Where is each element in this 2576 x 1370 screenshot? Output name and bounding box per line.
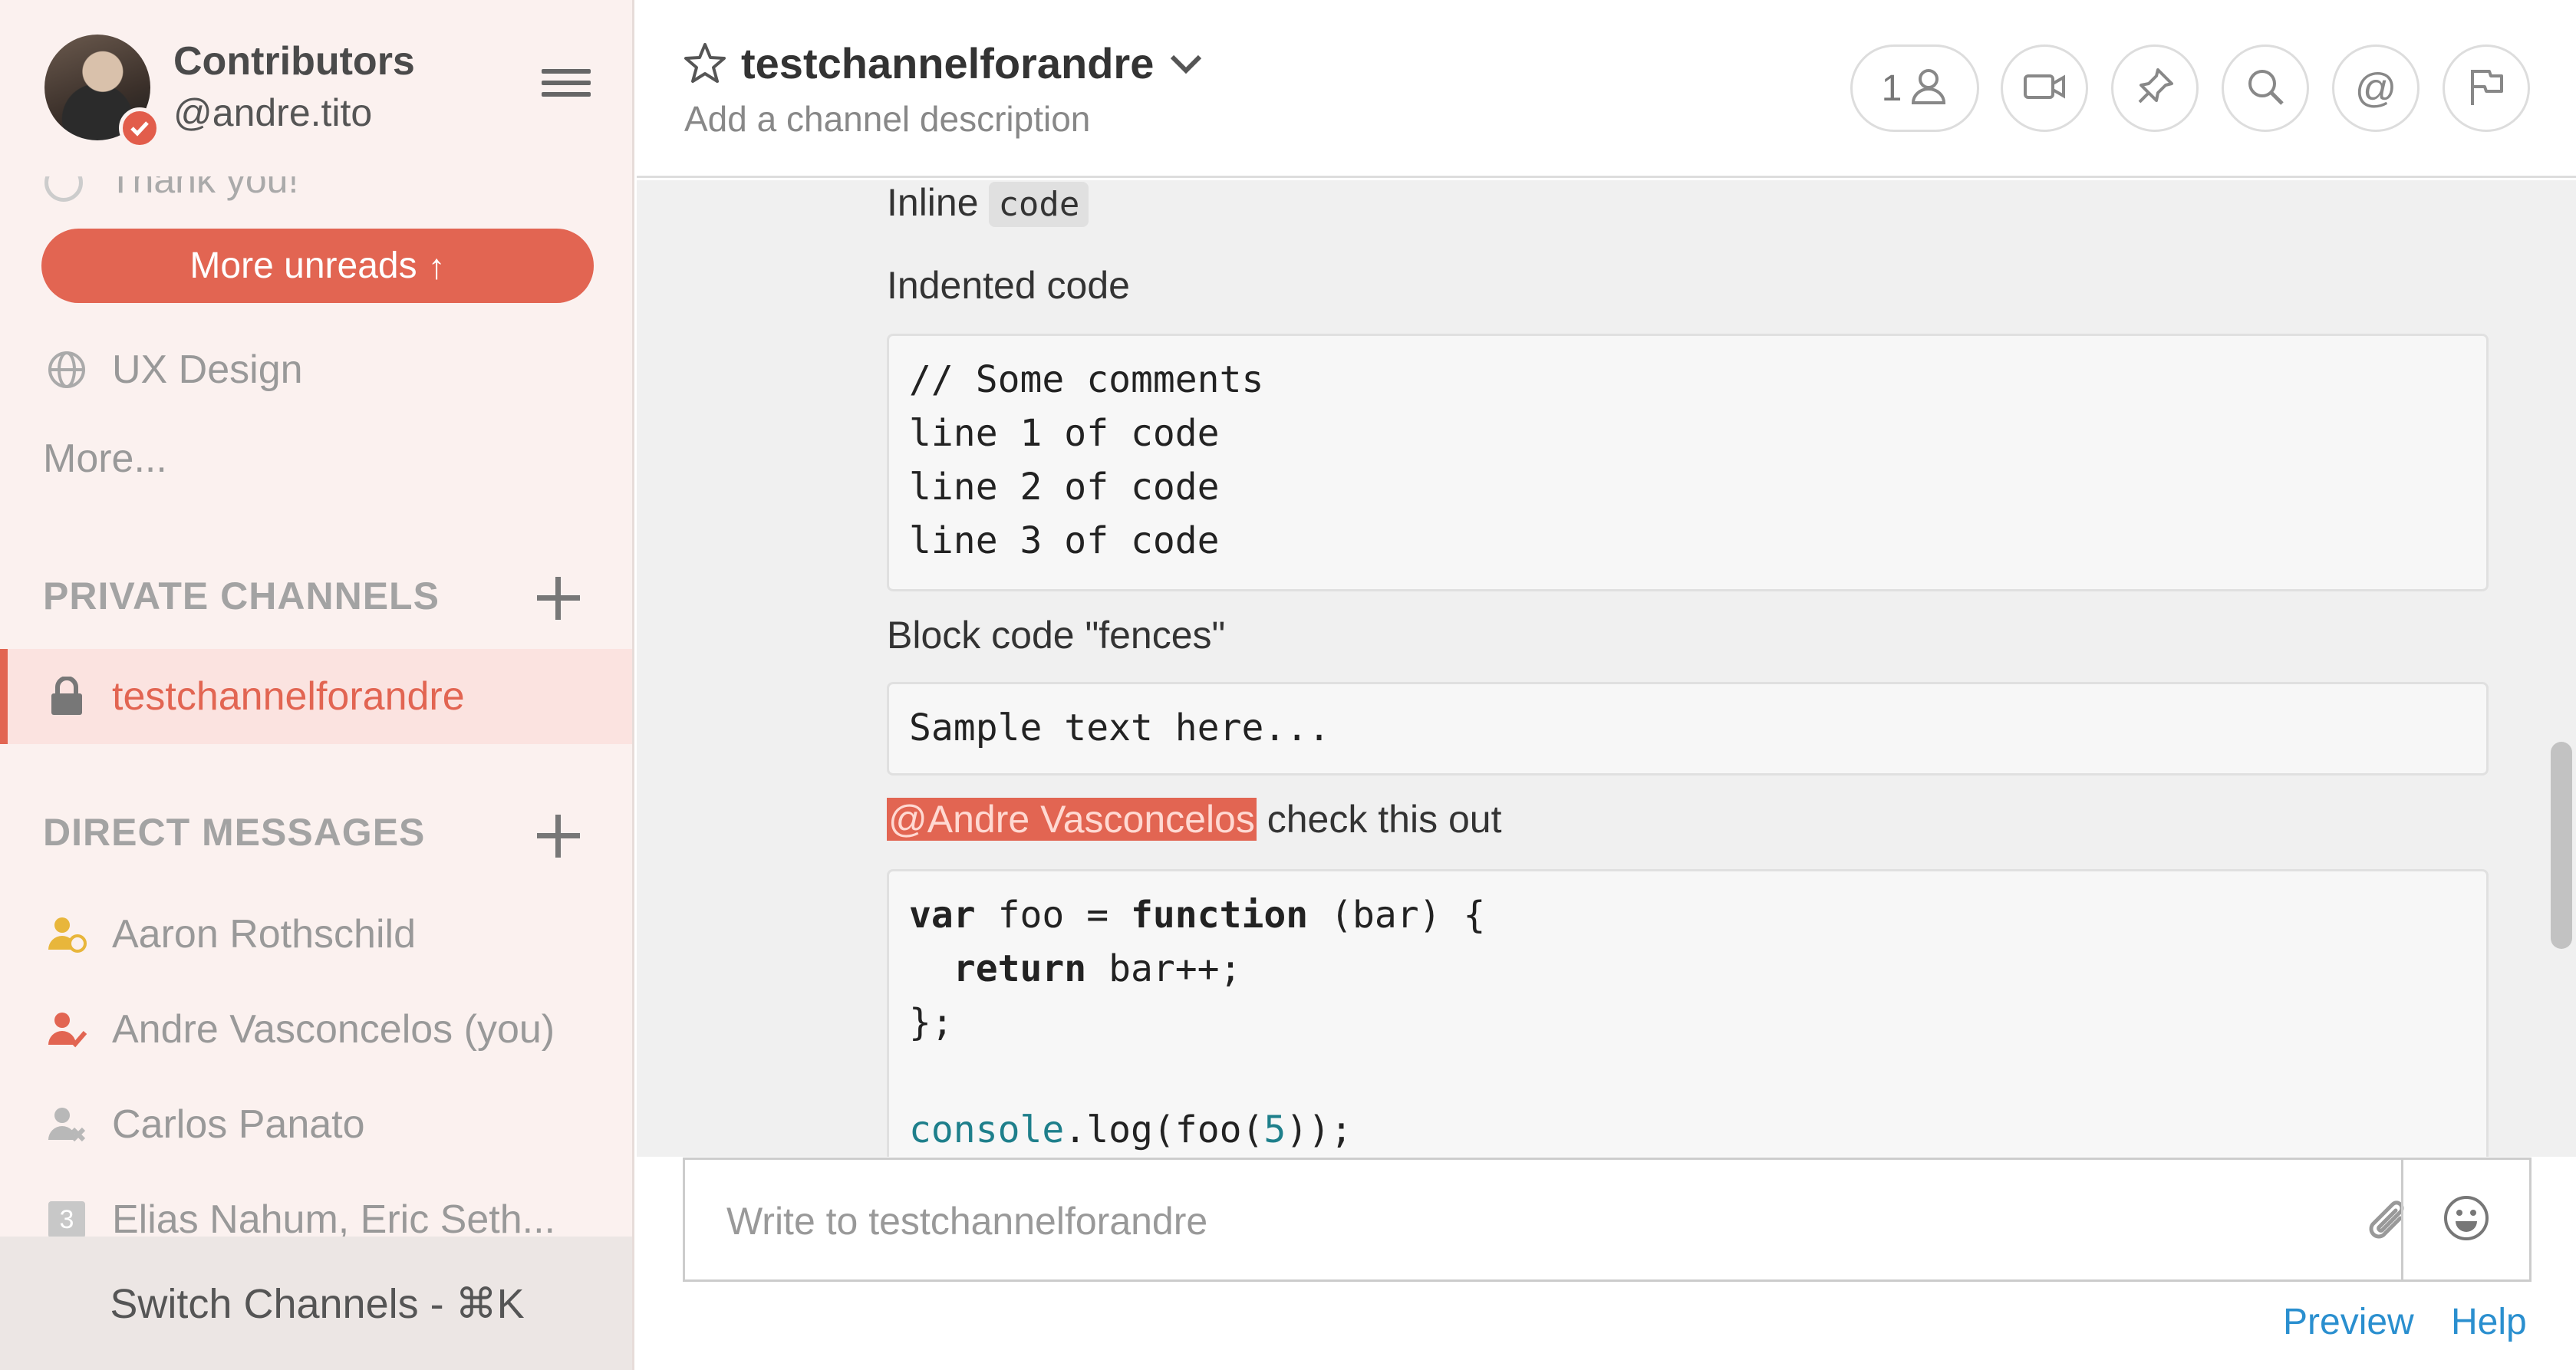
inline-code: code bbox=[989, 182, 1089, 227]
arrow-up-icon: ↑ bbox=[427, 245, 446, 286]
sidebar: Thank you! Contributors @andre.tito More… bbox=[0, 0, 634, 1370]
message-indented-label: Indented code bbox=[887, 264, 1130, 307]
team-name[interactable]: Contributors bbox=[173, 38, 415, 84]
video-call-button[interactable] bbox=[2001, 44, 2088, 132]
more-unreads-button[interactable]: More unreads ↑ bbox=[41, 229, 594, 303]
message-mention: @Andre Vasconcelos check this out bbox=[887, 798, 1502, 841]
lock-icon bbox=[44, 674, 89, 719]
status-online-icon bbox=[119, 107, 160, 149]
channel-name[interactable]: testchannelforandre bbox=[741, 38, 1154, 88]
sidebar-item-carlos-panato[interactable]: Carlos Panato bbox=[0, 1077, 632, 1172]
search-button[interactable] bbox=[2222, 44, 2309, 132]
direct-messages-title: DIRECT MESSAGES bbox=[43, 811, 426, 854]
help-link[interactable]: Help bbox=[2451, 1301, 2527, 1343]
switch-channels-button[interactable]: Switch Channels - ⌘K bbox=[0, 1237, 632, 1370]
member-count-button[interactable]: 1 bbox=[1850, 44, 1979, 132]
composer: Preview Help bbox=[637, 1157, 2576, 1370]
sidebar-item-andre-vasconcelos[interactable]: Andre Vasconcelos (you) bbox=[0, 982, 632, 1077]
globe-icon bbox=[44, 347, 89, 392]
mentions-button[interactable]: @ bbox=[2332, 44, 2420, 132]
channel-description[interactable]: Add a channel description bbox=[684, 98, 1090, 140]
message-scrollbar[interactable] bbox=[2551, 742, 2572, 949]
search-icon bbox=[2245, 67, 2285, 110]
pin-icon bbox=[2135, 67, 2175, 110]
add-direct-message-icon[interactable] bbox=[537, 815, 580, 858]
sidebar-item-ux-design[interactable]: UX Design bbox=[0, 322, 632, 417]
at-mention-icon: @ bbox=[2354, 65, 2397, 111]
flagged-posts-button[interactable] bbox=[2443, 44, 2530, 132]
private-channels-title: PRIVATE CHANNELS bbox=[43, 575, 440, 617]
menu-icon[interactable] bbox=[542, 69, 591, 106]
member-icon bbox=[1909, 68, 1948, 110]
pinned-posts-button[interactable] bbox=[2111, 44, 2199, 132]
code-block-fences: Sample text here... bbox=[887, 682, 2489, 776]
message-list: Inline code Indented code // Some commen… bbox=[637, 180, 2576, 1157]
channel-header: testchannelforandre Add a channel descri… bbox=[637, 0, 2576, 178]
status-offline-icon bbox=[44, 1102, 89, 1147]
sidebar-header: Contributors @andre.tito bbox=[0, 0, 632, 176]
mention-link[interactable]: @Andre Vasconcelos bbox=[887, 798, 1257, 841]
status-online-icon bbox=[44, 1007, 89, 1052]
message-fences-label: Block code "fences" bbox=[887, 614, 1226, 657]
username: @andre.tito bbox=[173, 91, 373, 134]
chevron-down-icon[interactable] bbox=[1166, 48, 1206, 81]
sidebar-item-testchannelforandre[interactable]: testchannelforandre bbox=[0, 649, 632, 744]
message-input-box bbox=[683, 1158, 2404, 1282]
sidebar-item-aaron-rothschild[interactable]: Aaron Rothschild bbox=[0, 887, 632, 982]
add-private-channel-icon[interactable] bbox=[537, 577, 580, 620]
more-channels-link[interactable]: More... bbox=[43, 436, 167, 482]
code-block-indented: // Some comments line 1 of code line 2 o… bbox=[887, 334, 2489, 591]
message-input[interactable] bbox=[726, 1191, 2184, 1252]
message-inline-code: Inline code bbox=[887, 180, 1089, 227]
star-icon[interactable] bbox=[683, 41, 727, 86]
preview-link[interactable]: Preview bbox=[2283, 1301, 2414, 1343]
emoji-picker-button[interactable] bbox=[2401, 1158, 2532, 1282]
smiley-icon bbox=[2442, 1194, 2491, 1247]
code-block-javascript: var foo = function (bar) { return bar++;… bbox=[887, 869, 2489, 1157]
flag-icon bbox=[2466, 67, 2506, 110]
status-away-icon bbox=[44, 912, 89, 957]
video-camera-icon bbox=[2023, 70, 2066, 107]
group-count-badge: 3 bbox=[48, 1201, 85, 1238]
